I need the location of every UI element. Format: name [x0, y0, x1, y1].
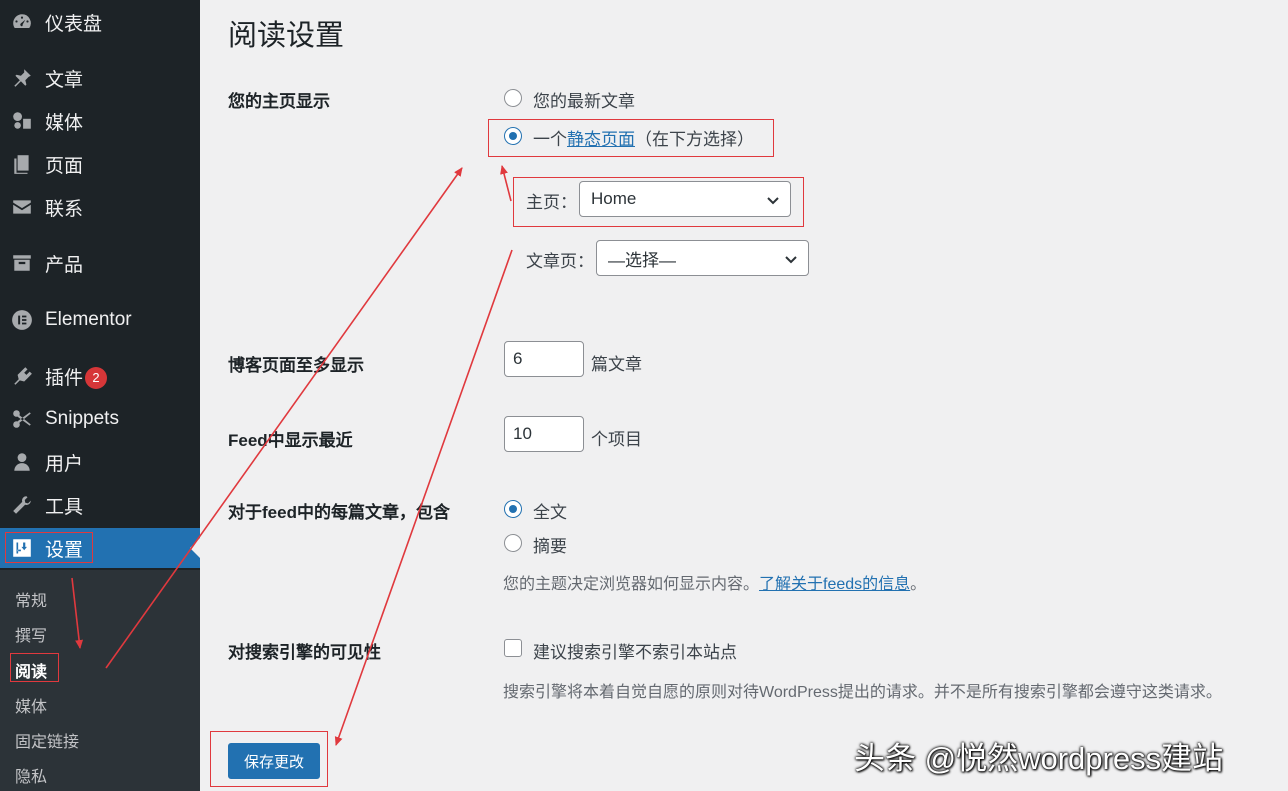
pin-icon — [10, 66, 34, 90]
feed-content-label: 对于feed中的每篇文章，包含 — [228, 503, 450, 522]
blog-pages-label: 博客页面至多显示 — [228, 356, 364, 375]
option-latest-posts-label: 您的最新文章 — [533, 92, 635, 111]
menu-label: 媒体 — [45, 112, 84, 134]
homepage-display-label: 您的主页显示 — [228, 92, 330, 111]
menu-label: 联系 — [45, 198, 84, 220]
front-page-label: 主页： — [526, 193, 577, 212]
plugin-icon — [10, 364, 34, 388]
posts-page-select[interactable]: —选择— — [596, 240, 809, 276]
option-excerpt-label: 摘要 — [533, 537, 567, 556]
chevron-down-icon — [785, 256, 797, 264]
watermark-text: 头条 @悦然wordpress建站 — [854, 741, 1224, 776]
option-static-page-label: 一个静态页面（在下方选择） — [533, 125, 754, 150]
menu-item-media[interactable]: 媒体 — [0, 101, 200, 141]
submenu-item-permalinks[interactable]: 固定链接 — [15, 728, 79, 752]
discourage-search-label: 建议搜索引擎不索引本站点 — [533, 643, 737, 662]
admin-sidebar: 仪表盘 文章 媒体 页面 联系 产品 Elementor 插件 2 Snippe… — [0, 0, 200, 791]
menu-item-products[interactable]: 产品 — [0, 243, 200, 283]
search-visibility-description: 搜索引擎将本着自觉自愿的原则对待WordPress提出的请求。并不是所有搜索引擎… — [503, 684, 1222, 701]
blog-pages-input[interactable]: 6 — [504, 341, 584, 377]
submenu-item-writing[interactable]: 撰写 — [15, 622, 47, 646]
menu-item-users[interactable]: 用户 — [0, 442, 200, 482]
radio-static-page[interactable] — [504, 127, 522, 145]
static-page-prefix: 一个 — [533, 130, 567, 149]
radio-full-text[interactable] — [504, 500, 522, 518]
menu-item-settings[interactable]: 设置 — [0, 528, 200, 568]
active-indicator — [190, 538, 200, 558]
menu-label: 页面 — [45, 155, 84, 177]
feed-recent-input[interactable]: 10 — [504, 416, 584, 452]
menu-label: 仪表盘 — [45, 13, 103, 35]
menu-label: 文章 — [45, 69, 84, 91]
submenu-item-general[interactable]: 常规 — [15, 587, 47, 611]
media-icon — [10, 109, 34, 133]
page-icon — [10, 152, 34, 176]
submenu-item-privacy[interactable]: 隐私 — [15, 763, 47, 787]
radio-latest-posts[interactable] — [504, 89, 522, 107]
archive-icon — [10, 251, 34, 275]
feed-recent-label: Feed中显示最近 — [228, 431, 353, 450]
save-changes-button[interactable]: 保存更改 — [228, 743, 320, 779]
menu-item-contact[interactable]: 联系 — [0, 187, 200, 227]
menu-label-text: 插件 — [45, 367, 84, 389]
menu-label: 用户 — [45, 453, 84, 475]
scissors-icon — [10, 407, 34, 431]
search-visibility-label: 对搜索引擎的可见性 — [228, 643, 381, 662]
menu-label: 插件 2 — [45, 363, 108, 390]
menu-item-tools[interactable]: 工具 — [0, 485, 200, 525]
feed-desc-suffix: 。 — [910, 576, 927, 593]
page-title: 阅读设置 — [228, 20, 345, 52]
menu-item-posts[interactable]: 文章 — [0, 58, 200, 98]
option-full-text-label: 全文 — [533, 503, 567, 522]
elementor-icon — [10, 308, 34, 332]
menu-item-pages[interactable]: 页面 — [0, 144, 200, 184]
static-page-link[interactable]: 静态页面 — [567, 130, 635, 149]
settings-icon — [10, 536, 34, 560]
blog-pages-unit: 篇文章 — [591, 355, 642, 374]
posts-page-value: —选择— — [608, 250, 676, 270]
menu-item-snippets[interactable]: Snippets — [0, 399, 200, 439]
discourage-search-checkbox[interactable] — [504, 639, 522, 657]
front-page-value: Home — [591, 189, 637, 208]
menu-label: 工具 — [45, 496, 84, 518]
front-page-select[interactable]: Home — [579, 181, 791, 217]
submenu-item-media[interactable]: 媒体 — [15, 693, 47, 717]
static-page-suffix: （在下方选择） — [635, 130, 754, 149]
feeds-info-link[interactable]: 了解关于feeds的信息 — [759, 576, 910, 593]
wrench-icon — [10, 493, 34, 517]
user-icon — [10, 450, 34, 474]
menu-item-elementor[interactable]: Elementor — [0, 300, 200, 340]
menu-label: 产品 — [45, 254, 84, 276]
feed-description: 您的主题决定浏览器如何显示内容。了解关于feeds的信息。 — [503, 570, 926, 594]
chevron-down-icon — [767, 197, 779, 205]
menu-label: Snippets — [45, 408, 119, 429]
posts-page-label: 文章页： — [526, 252, 594, 271]
dashboard-icon — [10, 10, 34, 34]
menu-label: Elementor — [45, 309, 132, 330]
menu-item-dashboard[interactable]: 仪表盘 — [0, 2, 200, 42]
menu-item-plugins[interactable]: 插件 2 — [0, 356, 200, 396]
update-count-badge: 2 — [85, 366, 108, 389]
feed-recent-unit: 个项目 — [591, 430, 642, 449]
menu-label: 设置 — [45, 539, 84, 561]
submenu-item-reading[interactable]: 阅读 — [15, 658, 47, 682]
radio-excerpt[interactable] — [504, 534, 522, 552]
feed-desc-text: 您的主题决定浏览器如何显示内容。 — [503, 576, 760, 593]
mail-icon — [10, 195, 34, 219]
